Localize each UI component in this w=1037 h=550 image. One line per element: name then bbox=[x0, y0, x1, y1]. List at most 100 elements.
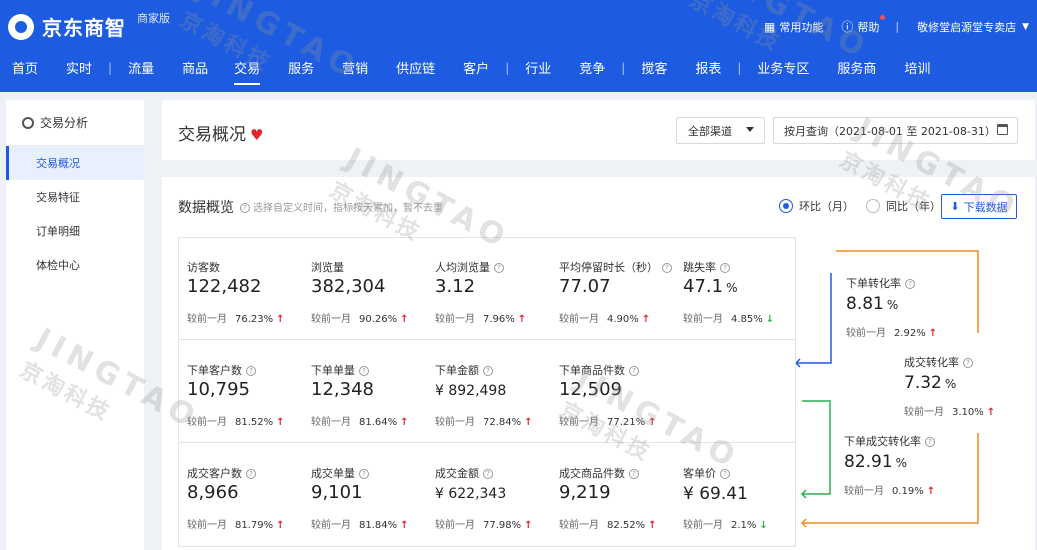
metric-label: 下单金额? bbox=[435, 362, 493, 378]
metric-value: 9,219 bbox=[559, 482, 611, 503]
order-deal-conversion-label: 下单成交转化率? bbox=[844, 433, 935, 449]
metric-compare: 较前一月 77.98% ↑ bbox=[435, 520, 533, 531]
nav-item-jiaoke[interactable]: 搅客 bbox=[641, 58, 667, 77]
nav-item-supply-chain[interactable]: 供应链 bbox=[396, 58, 435, 77]
sidebar-item-health-check[interactable]: 体检中心 bbox=[6, 248, 144, 282]
nav-item-realtime[interactable]: 实时 bbox=[66, 58, 92, 77]
circle-icon bbox=[22, 116, 34, 129]
nav-divider: | bbox=[621, 60, 626, 75]
nav-item-product[interactable]: 商品 bbox=[182, 58, 208, 77]
quick-functions-link[interactable]: ▦ 常用功能 bbox=[764, 19, 823, 35]
radio-year-over-year[interactable]: 同比（年） bbox=[866, 198, 941, 214]
metric-value: 3.12 bbox=[435, 276, 476, 297]
radio-selected-icon bbox=[779, 199, 793, 213]
arrow-up-icon: ↑ bbox=[648, 417, 657, 428]
download-data-button[interactable]: ⬇ 下载数据 bbox=[941, 194, 1017, 219]
jd-logo-icon bbox=[8, 13, 34, 40]
radio-unselected-icon bbox=[866, 199, 880, 213]
nav-item-trade[interactable]: 交易 bbox=[234, 58, 261, 85]
title-bar: 交易概况 ♥ 全部渠道 按月查询（2021-08-01 至 2021-08-31） bbox=[162, 100, 1035, 160]
nav-item-traffic[interactable]: 流量 bbox=[128, 58, 154, 77]
arrow-down-icon: ↓ bbox=[759, 520, 768, 531]
grid-icon: ▦ bbox=[764, 19, 776, 34]
nav-item-business-zone[interactable]: 业务专区 bbox=[757, 58, 809, 77]
question-circle-icon: ⓘ bbox=[841, 20, 854, 34]
help-icon[interactable]: ? bbox=[662, 263, 672, 273]
section-note: ? 选择自定义时间，指标按天累加，暂不去重 bbox=[240, 199, 443, 214]
green-connector-line bbox=[802, 400, 831, 495]
help-icon[interactable]: ? bbox=[925, 437, 935, 447]
help-icon[interactable]: ? bbox=[246, 469, 256, 479]
metric-card: 成交客户数? 8,966 较前一月 81.79% ↑ bbox=[179, 444, 303, 546]
metric-card: 浏览量 382,304 较前一月 90.26% ↑ bbox=[303, 238, 427, 340]
help-icon[interactable]: ? bbox=[720, 469, 730, 479]
compare-mode-radio-group: 环比（月） 同比（年） bbox=[779, 198, 953, 214]
arrow-up-icon: ↑ bbox=[524, 520, 533, 531]
metric-card: 下单客户数? 10,795 较前一月 81.52% ↑ bbox=[179, 341, 303, 443]
nav-item-customer[interactable]: 客户 bbox=[463, 58, 489, 77]
nav-item-service[interactable]: 服务 bbox=[288, 58, 314, 77]
shop-selector[interactable]: 敬修堂启源堂专卖店 ▼ bbox=[917, 19, 1029, 35]
main-nav: 首页 实时 | 流量 商品 交易 服务 营销 供应链 客户 | 行业 竞争 | … bbox=[12, 58, 930, 85]
help-link[interactable]: ⓘ 帮助 bbox=[841, 15, 886, 35]
date-range-picker[interactable]: 按月查询（2021-08-01 至 2021-08-31） bbox=[773, 117, 1018, 144]
arrow-up-icon: ↑ bbox=[400, 417, 409, 428]
radio-month-over-month[interactable]: 环比（月） bbox=[779, 198, 854, 214]
help-icon[interactable]: ? bbox=[246, 366, 256, 376]
metric-compare: 较前一月 82.52% ↑ bbox=[559, 520, 657, 531]
metric-compare: 较前一月 77.21% ↑ bbox=[559, 417, 657, 428]
metric-value: 8,966 bbox=[187, 482, 239, 503]
sidebar-item-order-details[interactable]: 订单明细 bbox=[6, 214, 144, 248]
nav-divider: | bbox=[108, 60, 113, 75]
help-icon[interactable]: ? bbox=[483, 366, 493, 376]
metric-compare: 较前一月 81.84% ↑ bbox=[311, 520, 409, 531]
brand-logo[interactable]: 京东商智 bbox=[8, 12, 126, 41]
nav-item-marketing[interactable]: 营销 bbox=[342, 58, 368, 77]
arrow-down-icon: ↓ bbox=[765, 314, 775, 325]
arrow-up-icon: ↑ bbox=[524, 417, 533, 428]
metric-value: 122,482 bbox=[187, 276, 262, 297]
order-deal-conversion-value: 82.91% bbox=[844, 452, 908, 472]
deal-conversion-label: 成交转化率? bbox=[904, 354, 973, 370]
heart-icon: ♥ bbox=[250, 126, 264, 144]
nav-item-industry[interactable]: 行业 bbox=[525, 58, 551, 77]
arrow-up-icon: ↑ bbox=[276, 314, 285, 325]
nav-item-service-provider[interactable]: 服务商 bbox=[837, 58, 876, 77]
metric-card: 成交金额? ¥ 622,343 较前一月 77.98% ↑ bbox=[427, 444, 551, 546]
header-divider: | bbox=[895, 20, 900, 33]
metric-value: ¥ 892,498 bbox=[435, 383, 507, 399]
metric-card: 成交单量? 9,101 较前一月 81.84% ↑ bbox=[303, 444, 427, 546]
arrow-up-icon: ↑ bbox=[928, 328, 938, 339]
help-icon[interactable]: ? bbox=[905, 279, 915, 289]
help-icon[interactable]: ? bbox=[963, 358, 973, 368]
help-icon[interactable]: ? bbox=[629, 366, 639, 376]
nav-item-competition[interactable]: 竞争 bbox=[579, 58, 605, 77]
help-icon[interactable]: ? bbox=[629, 469, 639, 479]
help-icon[interactable]: ? bbox=[494, 263, 504, 273]
nav-item-home[interactable]: 首页 bbox=[12, 58, 38, 77]
sidebar-section-trade-analysis[interactable]: 交易分析 bbox=[6, 100, 144, 146]
order-deal-conversion-compare: 较前一月 0.19% ↑ bbox=[844, 486, 936, 497]
section-title: 数据概览 bbox=[178, 200, 234, 216]
metric-value: 10,795 bbox=[187, 379, 250, 400]
help-icon[interactable]: ? bbox=[359, 469, 369, 479]
metric-label: 下单单量? bbox=[311, 362, 369, 378]
help-icon[interactable]: ? bbox=[720, 263, 730, 273]
metric-value: 77.07 bbox=[559, 276, 611, 297]
order-conversion-compare: 较前一月 2.92% ↑ bbox=[846, 328, 938, 339]
help-icon[interactable]: ? bbox=[483, 469, 493, 479]
arrow-up-icon: ↑ bbox=[276, 520, 285, 531]
edition-badge: 商家版 bbox=[137, 12, 170, 25]
metric-label: 成交商品件数? bbox=[559, 465, 639, 481]
sidebar: 交易分析 交易概况 交易特征 订单明细 体检中心 bbox=[6, 100, 144, 550]
nav-item-reports[interactable]: 报表 bbox=[695, 58, 721, 77]
nav-item-training[interactable]: 培训 bbox=[904, 58, 930, 77]
help-icon[interactable]: ? bbox=[359, 366, 369, 376]
order-conversion-label: 下单转化率? bbox=[846, 275, 915, 291]
channel-select[interactable]: 全部渠道 bbox=[676, 117, 765, 144]
sidebar-item-trade-overview[interactable]: 交易概况 bbox=[6, 146, 144, 180]
metric-value: 12,509 bbox=[559, 379, 622, 400]
sidebar-item-trade-features[interactable]: 交易特征 bbox=[6, 180, 144, 214]
metric-label: 人均浏览量? bbox=[435, 259, 504, 275]
metric-compare: 较前一月 7.96% ↑ bbox=[435, 314, 527, 325]
